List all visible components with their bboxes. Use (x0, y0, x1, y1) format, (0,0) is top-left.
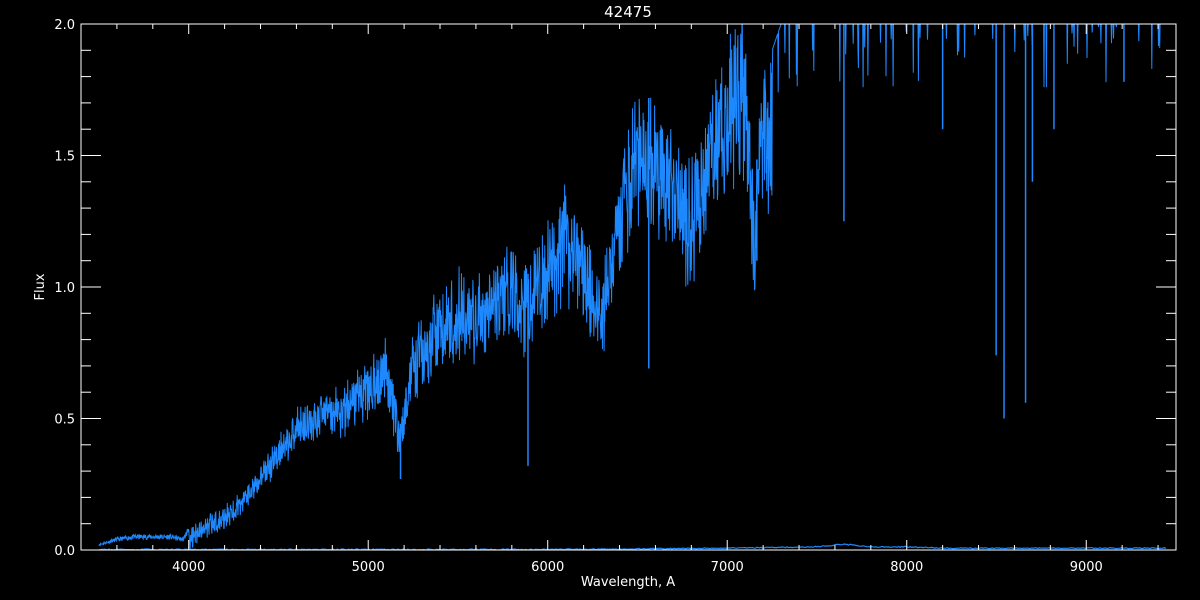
x-tick-label: 6000 (531, 560, 564, 575)
x-tick-label: 5000 (352, 560, 385, 575)
y-tick-label: 0.5 (54, 413, 75, 428)
x-tick-label: 7000 (711, 560, 744, 575)
y-tick-label: 1.5 (54, 150, 75, 165)
y-tick-label: 2.0 (54, 18, 75, 33)
chart-title: 42475 (604, 3, 652, 21)
y-tick-label: 0.0 (54, 544, 75, 559)
x-axis-label: Wavelength, A (581, 575, 675, 590)
spectrum-chart: 4000 5000 6000 7000 8000 90000.00.51.01.52.0 … (0, 0, 1200, 600)
x-tick-label: 4000 (172, 560, 205, 575)
x-tick-label: 9000 (1070, 560, 1103, 575)
y-tick-label: 1.0 (54, 281, 75, 296)
y-axis-label: Flux (33, 273, 48, 300)
x-tick-label: 8000 (890, 560, 923, 575)
chart-background (0, 0, 1200, 600)
